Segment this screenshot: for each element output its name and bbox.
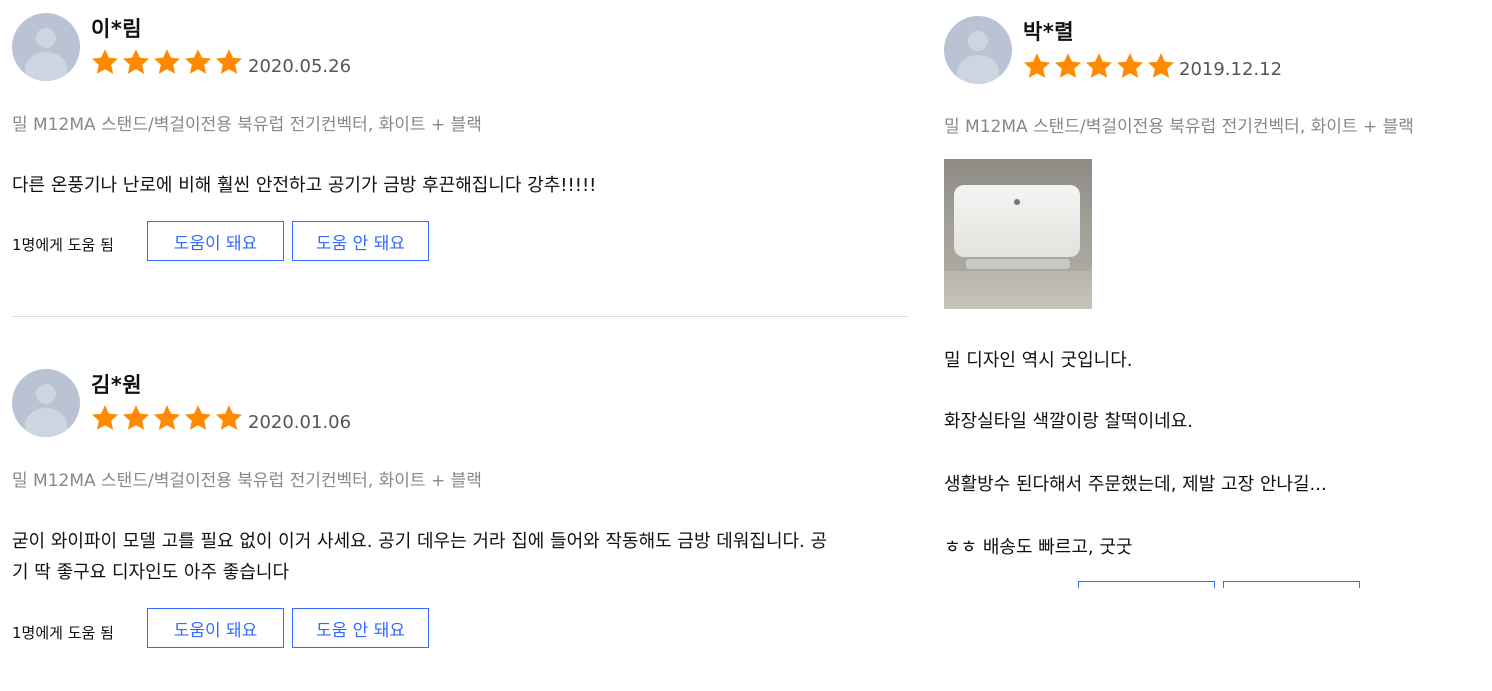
star-icon (1053, 51, 1083, 81)
helpful-count: 1명에게 도움 됨 (12, 236, 114, 254)
product-option: 밀 M12MA 스탠드/벽걸이전용 북유럽 전기컨벡터, 화이트 + 블랙 (12, 115, 482, 135)
helpful-count: 1명에게 도움 됨 (12, 624, 114, 642)
review-photo[interactable] (944, 159, 1092, 309)
star-rating (90, 403, 245, 433)
product-option: 밀 M12MA 스탠드/벽걸이전용 북유럽 전기컨벡터, 화이트 + 블랙 (12, 471, 482, 491)
star-icon (214, 47, 244, 77)
avatar-icon (944, 16, 1012, 84)
reviewer-name: 김*원 (91, 373, 143, 397)
reviewer-name: 박*렬 (1023, 20, 1075, 44)
not-helpful-button[interactable]: 도움 안 돼요 (292, 221, 429, 261)
helpful-button[interactable]: 도움이 돼요 (147, 221, 284, 261)
review-date: 2020.05.26 (248, 56, 352, 77)
review-content-line: ㅎㅎ 배송도 빠르고, 굿굿 (944, 537, 1133, 558)
star-icon (1115, 51, 1145, 81)
review-content-line: 기 딱 좋구요 디자인도 아주 좋습니다 (12, 562, 290, 583)
review-item: 이*림 2020.05.26 밀 M12MA 스탠드/벽걸이전용 북유럽 전기컨… (0, 0, 910, 316)
star-icon (90, 47, 120, 77)
star-icon (1146, 51, 1176, 81)
review-content: 밀 디자인 역시 굿입니다. 화장실타일 색깔이랑 찰떡이네요. 생활방수 된다… (944, 340, 1492, 588)
review-content-line: 생활방수 된다해서 주문했는데, 제발 고장 안나길... (944, 474, 1327, 495)
review-date: 2019.12.12 (1179, 59, 1283, 80)
star-rating (1022, 51, 1177, 81)
review-date: 2020.01.06 (248, 412, 352, 433)
star-icon (214, 403, 244, 433)
star-icon (183, 403, 213, 433)
review-divider (12, 316, 908, 317)
star-rating (90, 47, 245, 77)
star-icon (183, 47, 213, 77)
avatar-icon (12, 13, 80, 81)
avatar-icon (12, 369, 80, 437)
review-content-line: 다른 온풍기나 난로에 비해 훨씬 안전하고 공기가 금방 후끈해집니다 강추!… (12, 175, 597, 196)
not-helpful-button[interactable]: 도움 안 돼요 (292, 608, 429, 648)
reviewer-name: 이*림 (91, 17, 143, 41)
product-option: 밀 M12MA 스탠드/벽걸이전용 북유럽 전기컨벡터, 화이트 + 블랙 (944, 117, 1414, 137)
review-item: 김*원 2020.01.06 밀 M12MA 스탠드/벽걸이전용 북유럽 전기컨… (0, 356, 910, 691)
star-icon (121, 403, 151, 433)
star-icon (90, 403, 120, 433)
not-helpful-button[interactable] (1223, 581, 1360, 588)
star-icon (152, 47, 182, 77)
review-content-line: 굳이 와이파이 모델 고를 필요 없이 이거 사세요. 공기 데우는 거라 집에… (12, 531, 828, 552)
star-icon (1022, 51, 1052, 81)
star-icon (1084, 51, 1114, 81)
star-icon (121, 47, 151, 77)
helpful-button[interactable]: 도움이 돼요 (147, 608, 284, 648)
review-content-line: 화장실타일 색깔이랑 찰떡이네요. (944, 411, 1194, 432)
review-content: 다른 온풍기나 난로에 비해 훨씬 안전하고 공기가 금방 후끈해집니다 강추!… (12, 170, 908, 201)
star-icon (152, 403, 182, 433)
review-content: 굳이 와이파이 모델 고를 필요 없이 이거 사세요. 공기 데우는 거라 집에… (12, 526, 908, 588)
review-content-line: 밀 디자인 역시 굿입니다. (944, 350, 1133, 371)
helpful-button[interactable] (1078, 581, 1215, 588)
